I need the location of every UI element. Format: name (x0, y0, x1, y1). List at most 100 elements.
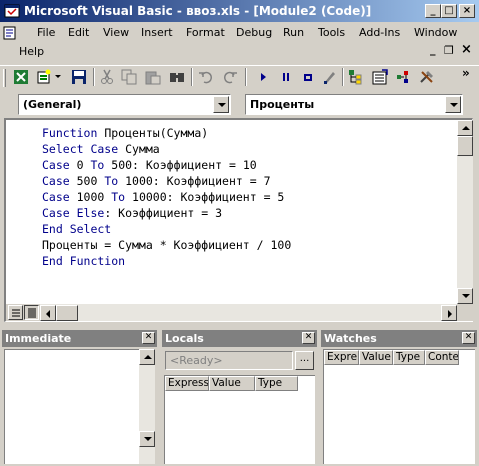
scroll-up-button[interactable] (457, 120, 473, 136)
locals-col-type[interactable]: Type (255, 376, 298, 391)
procedure-combo[interactable]: Проценты (245, 94, 463, 115)
object-combo[interactable]: (General) (18, 94, 231, 115)
toolbar-separator (342, 68, 344, 86)
cut-icon[interactable] (98, 69, 116, 85)
project-explorer-icon[interactable] (347, 69, 365, 85)
code-keyword: Case (42, 174, 70, 188)
reset-icon[interactable] (299, 69, 317, 85)
code-line[interactable]: Проценты = Сумма * Коэффициент / 100 (42, 238, 291, 252)
code-line[interactable]: Case Else: Коэффициент = 3 (42, 206, 222, 220)
toolbar-separator (191, 68, 193, 86)
paste-icon[interactable] (144, 69, 162, 85)
module-icon[interactable] (2, 25, 18, 41)
menu-add-ins[interactable]: Add-Ins (359, 26, 400, 39)
code-line[interactable]: End Function (42, 254, 125, 268)
watches-col-type[interactable]: Type (393, 350, 425, 365)
chevron-down-icon (450, 103, 458, 107)
code-keyword: To (111, 190, 126, 204)
undo-icon[interactable] (197, 69, 215, 85)
code-text: 1000: Коэффициент = 7 (118, 174, 271, 188)
scroll-down-button[interactable] (139, 431, 155, 447)
code-line[interactable]: Case 500 To 1000: Коэффициент = 7 (42, 174, 271, 188)
title-bar[interactable]: Microsoft Visual Basic - ввоз.xls - [Mod… (0, 0, 479, 22)
locals-close-button[interactable]: ✕ (302, 332, 315, 344)
code-line[interactable]: Function Проценты(Сумма) (42, 126, 208, 140)
immediate-close-button[interactable]: ✕ (142, 332, 155, 344)
save-icon[interactable] (70, 69, 88, 85)
menu-view[interactable]: View (103, 26, 129, 39)
menu-tools[interactable]: Tools (318, 26, 345, 39)
view-excel-icon[interactable] (12, 69, 30, 85)
menu-insert[interactable]: Insert (141, 26, 173, 39)
call-stack-button[interactable]: ... (295, 351, 314, 370)
menu-window[interactable]: Window (414, 26, 457, 39)
watches-list[interactable]: Expre Value Type Conte (323, 349, 475, 464)
code-line[interactable]: Case 1000 To 10000: Коэффициент = 5 (42, 190, 284, 204)
code-line[interactable]: Select Case Сумма (42, 142, 160, 156)
code-text: 1000 (69, 190, 112, 204)
mdi-minimize-button[interactable]: _ (430, 43, 436, 56)
menu-debug[interactable]: Debug (236, 26, 272, 39)
insert-dropdown-icon[interactable] (55, 75, 61, 78)
watches-col-value[interactable]: Value (359, 350, 393, 365)
watches-col-expression[interactable]: Expre (324, 350, 359, 365)
break-icon[interactable] (277, 69, 295, 85)
toolbar-separator (93, 68, 95, 86)
object-browser-icon[interactable] (394, 69, 412, 85)
scroll-up-button[interactable] (139, 349, 155, 365)
immediate-scrollbar[interactable] (139, 349, 155, 464)
code-keyword: Case Else (42, 206, 105, 220)
watches-title: Watches (324, 332, 377, 345)
toolbox-icon[interactable] (418, 69, 436, 85)
immediate-input[interactable] (4, 349, 139, 464)
locals-list[interactable]: Express Value Type (164, 375, 315, 464)
menu-help[interactable]: Help (19, 45, 44, 58)
toolbar-overflow-button[interactable]: » (462, 66, 470, 80)
menu-file[interactable]: File (37, 26, 55, 39)
locals-window: Locals ✕ <Ready> ... Express Value Type (162, 330, 317, 466)
insert-module-icon[interactable] (35, 69, 53, 85)
close-button[interactable]: × (459, 4, 475, 18)
horizontal-scrollbar[interactable] (40, 304, 457, 321)
design-mode-icon[interactable] (321, 69, 339, 85)
toolbar-grip[interactable] (3, 69, 6, 87)
procedure-combo-dropdown-button[interactable] (445, 96, 461, 113)
scroll-left-button[interactable] (40, 305, 56, 321)
code-keyword: Case (42, 158, 70, 172)
minimize-button[interactable]: _ (425, 4, 441, 18)
locals-col-value[interactable]: Value (209, 376, 255, 391)
full-module-view-button[interactable] (24, 305, 39, 320)
watches-close-button[interactable]: ✕ (462, 332, 475, 344)
vertical-scroll-thumb[interactable] (457, 136, 473, 156)
scroll-right-button[interactable] (441, 305, 457, 321)
scroll-down-button[interactable] (457, 288, 473, 304)
properties-icon[interactable] (371, 69, 389, 85)
copy-icon[interactable] (120, 69, 138, 85)
locals-title-bar[interactable]: Locals ✕ (162, 330, 317, 347)
watches-col-context[interactable]: Conte (425, 350, 459, 365)
menu-format[interactable]: Format (186, 26, 225, 39)
code-editor[interactable]: Function Проценты(Сумма) Select Case Сумм… (4, 118, 473, 322)
mdi-restore-button[interactable]: ❐ (444, 44, 454, 57)
run-icon[interactable] (254, 69, 272, 85)
procedure-view-button[interactable] (8, 305, 23, 320)
menu-edit[interactable]: Edit (68, 26, 89, 39)
code-text: 0 (69, 158, 91, 172)
arrow-down-icon (462, 294, 470, 298)
code-line[interactable]: End Select (42, 222, 111, 236)
redo-icon[interactable] (221, 69, 239, 85)
watches-title-bar[interactable]: Watches ✕ (321, 330, 477, 347)
code-line[interactable]: Case 0 To 500: Коэффициент = 10 (42, 158, 257, 172)
locals-col-expression[interactable]: Express (165, 376, 209, 391)
object-combo-dropdown-button[interactable] (213, 96, 229, 113)
vertical-scrollbar[interactable] (457, 120, 473, 304)
code-keyword: End Select (42, 222, 112, 236)
arrow-down-icon (144, 437, 152, 441)
immediate-title-bar[interactable]: Immediate ✕ (2, 330, 157, 347)
maximize-button[interactable]: □ (441, 4, 457, 18)
menu-run[interactable]: Run (283, 26, 304, 39)
horizontal-scroll-thumb[interactable] (56, 305, 78, 321)
find-icon[interactable] (168, 69, 186, 85)
object-combo-value: (General) (23, 98, 82, 111)
mdi-close-button[interactable]: × (461, 42, 472, 57)
